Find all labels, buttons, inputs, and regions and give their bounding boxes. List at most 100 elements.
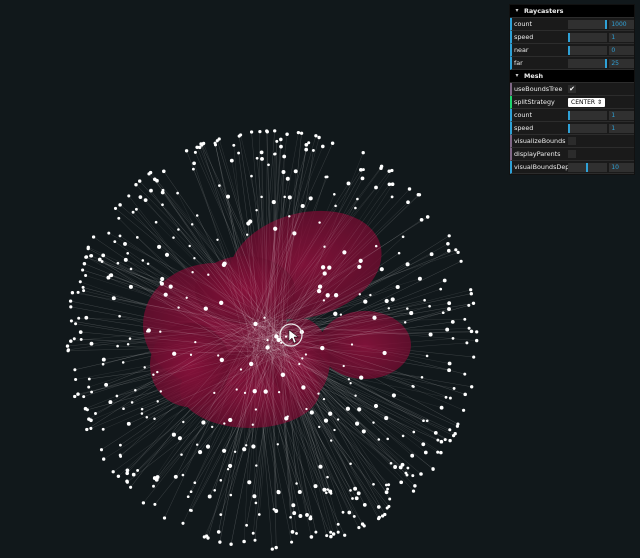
- raycaster-point: [349, 489, 352, 492]
- raycaster-point: [374, 185, 378, 190]
- split-strategy-select[interactable]: CENTER ⇕: [568, 97, 606, 107]
- raycaster-point: [177, 306, 180, 309]
- mesh-count-input[interactable]: 1: [609, 110, 634, 120]
- raycaster-point: [129, 485, 133, 489]
- mesh-count-slider[interactable]: [568, 110, 608, 120]
- raycaster-point: [266, 339, 269, 342]
- raycaster-point: [439, 405, 444, 410]
- raycasters-folder-title[interactable]: ▾ Raycasters: [510, 5, 634, 18]
- raycaster-point: [300, 203, 305, 209]
- slider-fill: [568, 45, 570, 55]
- raycaster-point: [221, 262, 227, 267]
- raycaster-point: [228, 417, 233, 423]
- raycaster-point: [74, 377, 78, 382]
- visual-bounds-depth-slider[interactable]: [568, 162, 608, 172]
- raycaster-point: [207, 494, 212, 499]
- raycaster-point: [141, 259, 145, 262]
- raycaster-point: [324, 175, 328, 179]
- raycaster-point: [372, 482, 375, 486]
- raycaster-point: [286, 415, 289, 418]
- raycasters-near-input[interactable]: 0: [609, 45, 634, 55]
- control-label: count: [514, 20, 533, 28]
- raycaster-point: [328, 489, 333, 494]
- visualize-bounds-checkbox[interactable]: [568, 137, 576, 145]
- raycaster-point: [341, 510, 345, 514]
- raycaster-point: [177, 228, 180, 231]
- raycaster-point: [388, 497, 392, 501]
- raycaster-point: [217, 354, 220, 357]
- slider-fill: [568, 32, 570, 42]
- raycaster-point: [355, 421, 360, 426]
- raycaster-point: [374, 244, 378, 248]
- raycaster-point: [249, 130, 254, 134]
- raycaster-point: [134, 207, 138, 211]
- raycaster-point: [325, 534, 329, 538]
- raycaster-point: [301, 357, 304, 360]
- control-label: speed: [514, 33, 534, 41]
- raycaster-point: [239, 368, 243, 371]
- raycaster-point: [406, 466, 410, 470]
- raycaster-point: [356, 197, 359, 201]
- raycaster-point: [361, 429, 366, 434]
- raycasters-near-slider[interactable]: [568, 45, 608, 55]
- raycaster-point: [251, 423, 254, 426]
- raycaster-point: [81, 285, 85, 289]
- raycaster-point: [69, 339, 73, 343]
- raycaster-point: [272, 507, 276, 511]
- raycaster-point: [293, 169, 298, 174]
- raycaster-point: [354, 394, 357, 397]
- raycaster-point: [222, 448, 227, 453]
- raycasters-speed-slider[interactable]: [568, 32, 608, 42]
- raycaster-point: [383, 512, 387, 517]
- raycasters-speed-input[interactable]: 1: [609, 32, 634, 42]
- raycasters-far-slider[interactable]: [568, 58, 608, 68]
- raycaster-point: [357, 264, 362, 270]
- raycasters-count-input[interactable]: 1000: [609, 19, 634, 29]
- raycaster-point: [177, 436, 182, 441]
- raycaster-point: [65, 344, 70, 348]
- raycaster-point: [331, 532, 336, 536]
- raycaster-point: [246, 233, 249, 236]
- mesh-speed-input[interactable]: 1: [609, 123, 634, 133]
- raycasters-count-slider[interactable]: [568, 19, 608, 29]
- raycasters-far-input[interactable]: 25: [609, 58, 634, 68]
- raycaster-point: [295, 482, 298, 485]
- raycaster-point: [454, 248, 458, 252]
- display-parents-checkbox[interactable]: [568, 150, 576, 158]
- raycaster-point: [181, 521, 185, 525]
- raycaster-point: [429, 252, 434, 257]
- raycaster-point: [115, 394, 119, 398]
- mesh-folder-title[interactable]: ▾ Mesh: [510, 70, 634, 83]
- raycaster-point: [362, 524, 366, 528]
- raycaster-point: [161, 203, 164, 207]
- mesh-speed-slider[interactable]: [568, 123, 608, 133]
- raycaster-point: [218, 540, 222, 544]
- raycaster-point: [391, 393, 396, 398]
- raycaster-point: [351, 497, 354, 500]
- raycaster-point: [153, 417, 156, 421]
- raycaster-point: [145, 415, 149, 419]
- raycaster-point: [451, 337, 455, 340]
- raycaster-point: [276, 489, 280, 493]
- raycaster-point: [157, 244, 162, 249]
- raycaster-point: [467, 326, 471, 330]
- raycaster-point: [116, 261, 120, 265]
- raycaster-point: [228, 463, 233, 468]
- slider-fill: [568, 162, 588, 172]
- raycaster-point: [118, 314, 121, 318]
- raycaster-point: [411, 474, 415, 478]
- use-bounds-tree-checkbox[interactable]: ✔: [568, 85, 576, 93]
- raycaster-point: [152, 476, 157, 481]
- raycaster-point: [399, 480, 404, 485]
- raycaster-point: [431, 467, 435, 471]
- raycaster-point: [87, 417, 91, 421]
- raycaster-point: [257, 513, 261, 516]
- visual-bounds-depth-input[interactable]: 10: [609, 162, 634, 172]
- raycaster-point: [295, 531, 298, 535]
- raycaster-point: [68, 299, 73, 303]
- raycaster-point: [317, 289, 320, 293]
- raycaster-point: [345, 406, 351, 411]
- raycaster-point: [436, 438, 440, 442]
- raycaster-point: [145, 330, 149, 333]
- raycaster-point: [192, 161, 196, 166]
